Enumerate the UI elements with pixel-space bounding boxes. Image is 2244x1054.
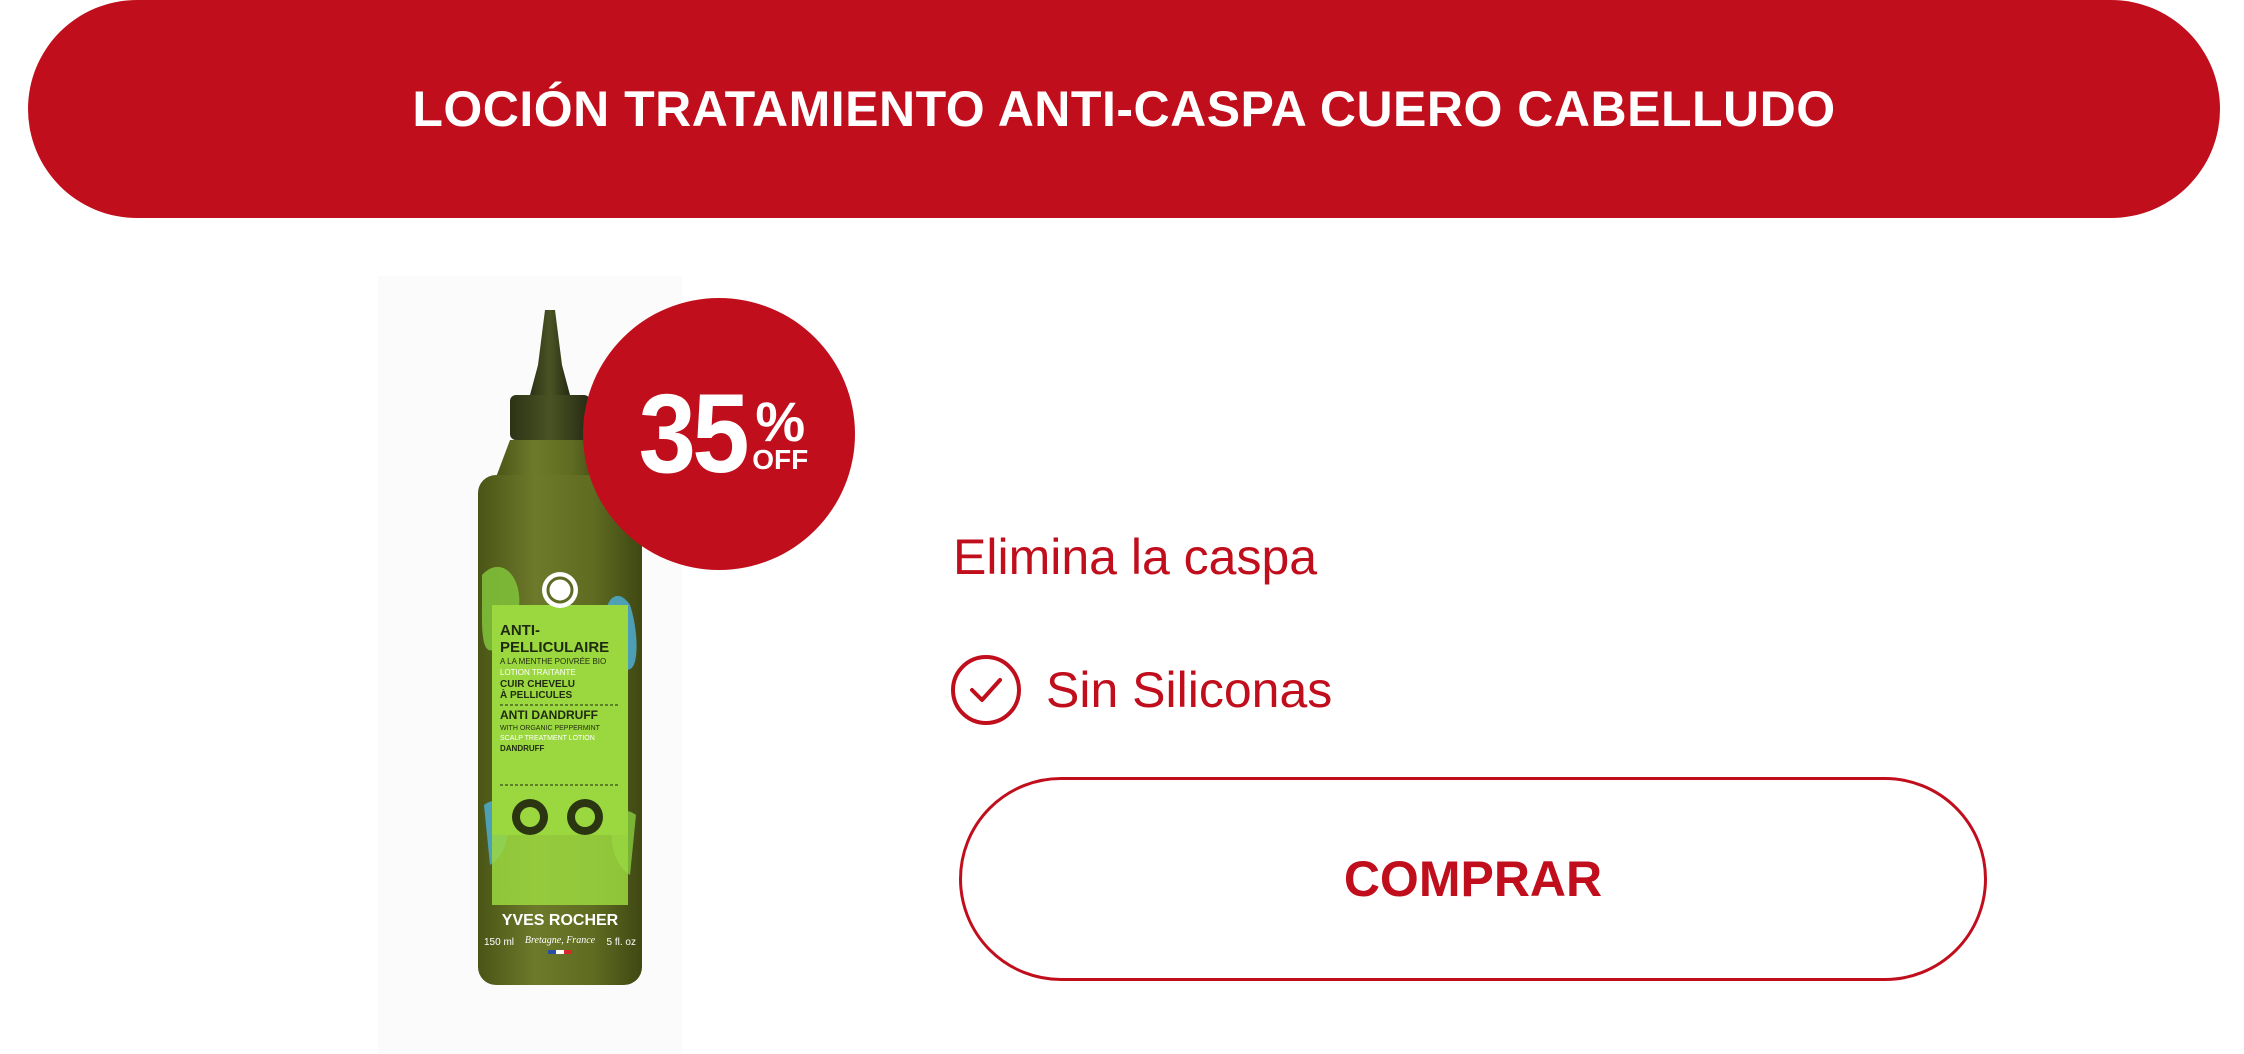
label-line-7: ANTI DANDRUFF (500, 708, 598, 722)
label-line-2: PELLICULAIRE (500, 639, 609, 656)
check-circle-icon (951, 655, 1021, 725)
label-line-3: A LA MENTHE POIVRÉE BIO (500, 657, 606, 666)
label-line-8: WITH ORGANIC PEPPERMINT (500, 725, 601, 732)
brand-subtitle: Bretagne, France (525, 935, 596, 946)
feature-check-label: Sin Siliconas (1046, 662, 1333, 718)
label-line-1: ANTI- (500, 622, 540, 639)
label-line-4: LOTION TRAITANTE (500, 668, 576, 677)
volume-floz: 5 fl. oz (607, 937, 636, 948)
discount-percent-sign: % (755, 390, 806, 453)
brand-name: YVES ROCHER (502, 912, 619, 929)
discount-number: 35 (638, 371, 749, 496)
discount-off-label: OFF (752, 444, 809, 475)
feature-check-item: Sin Siliconas (950, 654, 1332, 726)
label-line-5: CUIR CHEVELU (500, 679, 575, 690)
volume-ml: 150 ml (484, 937, 514, 948)
label-line-10: DANDRUFF (500, 744, 545, 753)
product-promo-card: LOCIÓN TRATAMIENTO ANTI-CASPA CUERO CABE… (0, 0, 2244, 1054)
label-line-6: À PELLICULES (500, 688, 573, 701)
discount-badge: 35 % OFF (583, 298, 855, 570)
feature-headline: Elimina la caspa (953, 529, 1318, 585)
buy-button-label: COMPRAR (1343, 851, 1603, 907)
label-line-9: SCALP TREATMENT LOTION (500, 735, 595, 742)
title-banner: LOCIÓN TRATAMIENTO ANTI-CASPA CUERO CABE… (28, 0, 2220, 218)
buy-button[interactable]: COMPRAR (959, 777, 1987, 981)
product-title: LOCIÓN TRATAMIENTO ANTI-CASPA CUERO CABE… (412, 81, 1836, 137)
